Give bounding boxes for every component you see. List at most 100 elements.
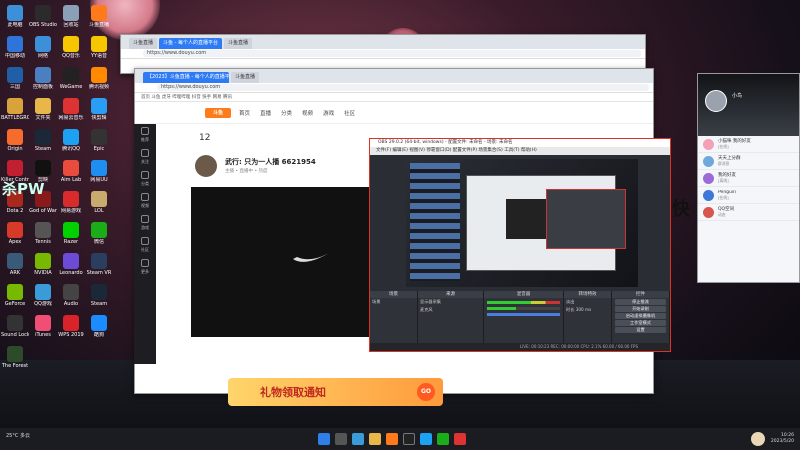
gift-banner-go-button[interactable]: GO bbox=[417, 383, 435, 401]
start-icon[interactable] bbox=[318, 433, 330, 445]
nav-item-game[interactable]: 游戏 bbox=[323, 109, 334, 117]
desktop-icon[interactable]: iTunes bbox=[29, 314, 57, 346]
stop-streaming-button[interactable]: 停止推流 bbox=[615, 299, 666, 305]
desktop-icon[interactable]: Origin bbox=[1, 128, 29, 160]
anchor-avatar[interactable] bbox=[195, 155, 217, 177]
desktop-icon[interactable]: Razer bbox=[57, 221, 85, 253]
nav-item-live[interactable]: 直播 bbox=[260, 109, 271, 117]
desktop-icon[interactable]: Epic bbox=[85, 128, 113, 160]
desktop-icon[interactable]: 控制面板 bbox=[29, 66, 57, 98]
desktop-icon[interactable]: 回收站 bbox=[57, 4, 85, 36]
desktop-icon[interactable]: YY语音 bbox=[85, 35, 113, 67]
desktop-icon[interactable]: LOL bbox=[85, 190, 113, 222]
desktop-icon[interactable]: 腾讯视频 bbox=[85, 66, 113, 98]
desktop-icon[interactable]: GeForce bbox=[1, 283, 29, 315]
qq-taskbar-icon[interactable] bbox=[420, 433, 432, 445]
qq-contact-item[interactable]: Penguin [在线] bbox=[698, 187, 799, 204]
file-explorer-icon[interactable] bbox=[369, 433, 381, 445]
virtual-camera-button[interactable]: 启动虚拟摄像机 bbox=[615, 313, 666, 319]
desktop-icon[interactable]: 腾讯QQ bbox=[57, 128, 85, 160]
weather-widget[interactable]: 25°C 多云 bbox=[6, 432, 30, 439]
desktop-icon[interactable]: Aim Lab bbox=[57, 159, 85, 191]
qq-contact-item[interactable]: 我的好友 [离线] bbox=[698, 170, 799, 187]
url-input-front[interactable]: https://www.douyu.com bbox=[157, 84, 649, 91]
desktop-icon[interactable]: 中国移动 bbox=[1, 35, 29, 67]
desktop-icon[interactable]: 微信 bbox=[85, 221, 113, 253]
nav-item-video[interactable]: 视频 bbox=[302, 109, 313, 117]
desktop-icon[interactable]: QQ游戏 bbox=[29, 283, 57, 315]
desktop-icon[interactable]: 网易游戏 bbox=[57, 190, 85, 222]
sidebar-item-2[interactable]: 分类 bbox=[134, 168, 156, 190]
transition-duration[interactable]: 时长 300 ms bbox=[564, 306, 611, 314]
desktop-icon[interactable]: 斗鱼直播 bbox=[85, 4, 113, 36]
desktop-icon[interactable]: 文件夹 bbox=[29, 97, 57, 129]
desktop-icon[interactable]: Steam bbox=[29, 128, 57, 160]
start-recording-button[interactable]: 开始录制 bbox=[615, 306, 666, 312]
tray-avatar-icon[interactable] bbox=[750, 432, 765, 446]
studio-mode-button[interactable]: 工作室模式 bbox=[615, 320, 666, 326]
qq-avatar[interactable] bbox=[705, 90, 727, 112]
tab-front-1[interactable]: 斗鱼直播 bbox=[231, 72, 260, 83]
sidebar-item-5[interactable]: 社区 bbox=[134, 234, 156, 256]
desktop-icon[interactable]: Tennis bbox=[29, 221, 57, 253]
desktop-icon[interactable]: 三国 bbox=[1, 66, 29, 98]
qq-window[interactable]: 小鸟 小猫咪 我的好友 [在线] 天天上分群 群消息 我的好友 [离线] Penguin [在… bbox=[697, 73, 800, 283]
music-taskbar-icon[interactable] bbox=[454, 433, 466, 445]
douyu-taskbar-icon[interactable] bbox=[386, 433, 398, 445]
desktop-icon[interactable]: 网易云音乐 bbox=[57, 97, 85, 129]
wechat-taskbar-icon[interactable] bbox=[437, 433, 449, 445]
nav-item-community[interactable]: 社区 bbox=[344, 109, 355, 117]
desktop-icon[interactable]: 网易UU bbox=[85, 159, 113, 191]
obs-preview[interactable] bbox=[406, 159, 638, 287]
sidebar-item-4[interactable]: 游戏 bbox=[134, 212, 156, 234]
sidebar-item-3[interactable]: 视频 bbox=[134, 190, 156, 212]
desktop-icon[interactable]: Audio bbox=[57, 283, 85, 315]
transition-type[interactable]: 淡出 bbox=[564, 298, 611, 306]
desktop-icon[interactable]: WPS 2019 bbox=[57, 314, 85, 346]
desktop-icon[interactable]: Apex bbox=[1, 221, 29, 253]
settings-button[interactable]: 设置 bbox=[615, 327, 666, 333]
desktop-icon[interactable]: Leonardo bbox=[57, 252, 85, 284]
desktop-icon[interactable]: 快剪辑 bbox=[85, 97, 113, 129]
obs-window[interactable]: OBS 29.0.2 (64-bit, windows) - 配置文件: 未命名… bbox=[369, 138, 671, 352]
url-input[interactable]: https://www.douyu.com bbox=[143, 50, 641, 57]
source-item-1[interactable]: 麦克风 bbox=[418, 306, 483, 314]
desktop-icon[interactable]: BATTLEGROUNDS bbox=[1, 97, 29, 129]
site-logo[interactable]: 斗鱼 bbox=[205, 107, 231, 118]
bookmarks-bar[interactable]: 首页 斗鱼 虎牙 哔哩哔哩 抖音 快手 网易 腾讯 bbox=[135, 93, 653, 102]
video-player[interactable] bbox=[191, 187, 373, 337]
desktop-icon[interactable]: 酷狗 bbox=[85, 314, 113, 346]
nav-item-home[interactable]: 首页 bbox=[239, 109, 250, 117]
desktop-icon[interactable]: 此电脑 bbox=[1, 4, 29, 36]
desktop-icon[interactable]: WeGame bbox=[57, 66, 85, 98]
desktop-icon[interactable]: Steam bbox=[85, 283, 113, 315]
qq-contact-item[interactable]: 小猫咪 我的好友 [在线] bbox=[698, 136, 799, 153]
qq-contact-item[interactable]: 天天上分群 群消息 bbox=[698, 153, 799, 170]
desktop-icon[interactable]: OBS Studio bbox=[29, 4, 57, 36]
tab-back-2[interactable]: 斗鱼直播 bbox=[224, 38, 253, 49]
sidebar-item-6[interactable]: 更多 bbox=[134, 256, 156, 278]
obs-taskbar-icon[interactable] bbox=[403, 433, 415, 445]
volume-slider[interactable] bbox=[487, 313, 560, 316]
task-view-icon[interactable] bbox=[352, 433, 364, 445]
search-icon[interactable] bbox=[335, 433, 347, 445]
tab-front-0[interactable]: 【2023】斗鱼直播 - 每个人的直播平台 bbox=[143, 72, 229, 83]
nav-item-category[interactable]: 分类 bbox=[281, 109, 292, 117]
tab-back-0[interactable]: 斗鱼直播 bbox=[129, 38, 158, 49]
qq-contact-item[interactable]: QQ空间 动态 bbox=[698, 204, 799, 221]
sidebar-item-0[interactable]: 推荐 bbox=[134, 124, 156, 146]
desktop-icon[interactable]: 网络 bbox=[29, 35, 57, 67]
clock[interactable]: 10:26 2023/5/20 bbox=[771, 433, 794, 445]
sidebar-item-1[interactable]: 关注 bbox=[134, 146, 156, 168]
tab-back-1[interactable]: 斗鱼 - 每个人的直播平台 bbox=[159, 38, 222, 49]
source-item-0[interactable]: 显示器采集 bbox=[418, 298, 483, 306]
desktop-icon[interactable]: ARK bbox=[1, 252, 29, 284]
scene-item[interactable]: 场景 bbox=[370, 298, 417, 306]
desktop-icon[interactable]: Sound Lock bbox=[1, 314, 29, 346]
desktop-icon[interactable]: NVIDIA bbox=[29, 252, 57, 284]
desktop-icon[interactable]: Steam VR bbox=[85, 252, 113, 284]
desktop-icon[interactable]: QQ音乐 bbox=[57, 35, 85, 67]
desktop-icon[interactable]: The Forest bbox=[1, 345, 29, 377]
gift-banner[interactable]: 礼物领取通知 GO bbox=[228, 378, 443, 406]
obs-menu-bar[interactable]: 文件(F) 编辑(E) 视图(V) 停靠窗口(D) 配置文件(P) 场景集合(S… bbox=[370, 147, 670, 155]
